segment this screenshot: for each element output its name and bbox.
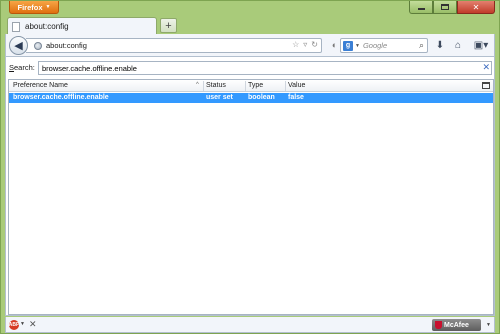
minimize-icon [417,8,425,10]
column-divider[interactable] [285,81,286,91]
bookmark-star-icon[interactable]: ☆ [292,40,299,49]
clear-filter-icon[interactable]: ✕ [482,62,490,73]
column-header-status[interactable]: Status [206,82,226,89]
cell-value: false [288,94,304,101]
column-header-value[interactable]: Value [288,82,305,89]
navigation-bar: about:config ☆ ▿ ↻ ◀ ◐ g ▼ Google ⌕ ⬇ ⌂ … [5,34,495,56]
maximize-icon [441,4,449,10]
globe-icon [34,41,42,50]
chevron-down-icon[interactable]: ▼ [20,321,25,327]
table-row[interactable]: browser.cache.offline.enable user set bo… [9,93,493,103]
addon-bar: ABP ▼ ✕ McAfee ▼ [5,317,495,333]
reload-icon[interactable]: ↻ [311,40,318,49]
downloads-button[interactable]: ⬇ [432,38,448,53]
browser-window: Firefox ▼ ✕ about:config + about:config [0,0,500,334]
filter-label: Search: [9,63,35,72]
search-bar[interactable]: g ▼ Google ⌕ [340,38,428,53]
filter-row: Search: ✕ [8,61,494,75]
chevron-down-icon[interactable]: ▼ [486,322,491,328]
close-window-button[interactable]: ✕ [457,1,495,14]
sort-ascending-icon: ^ [196,82,199,88]
close-addon-bar-icon[interactable]: ✕ [29,319,37,330]
tab-label: about:config [25,22,69,31]
window-controls: ✕ [409,1,495,14]
bookmarks-icon: ▣▾ [473,40,489,51]
firefox-menu-button[interactable]: Firefox ▼ [9,1,59,14]
url-bar-icons: ☆ ▿ ↻ [292,40,318,49]
page-icon [12,21,20,32]
abp-icon[interactable]: ABP [9,320,19,330]
search-icon[interactable]: ⌕ [419,40,424,51]
url-text[interactable]: about:config [46,41,87,50]
bookmarks-menu-button[interactable]: ▣▾ [470,38,492,53]
google-engine-icon[interactable]: g [343,40,353,51]
history-dropdown-icon[interactable]: ▿ [303,40,307,49]
column-header-name[interactable]: Preference Name [13,82,68,89]
puzzle-icon: ◐ [331,40,338,50]
close-icon: ✕ [472,2,480,12]
column-picker-icon[interactable] [482,82,490,89]
filter-input[interactable] [38,61,492,75]
table-header: Preference Name ^ Status Type Value [9,80,493,92]
mcafee-label: McAfee [444,321,469,329]
maximize-button[interactable] [433,1,457,14]
back-arrow-icon: ◀ [14,40,23,52]
tab-bar: about:config + [7,16,493,35]
chevron-down-icon[interactable]: ▼ [355,43,360,49]
download-arrow-icon: ⬇ [435,40,445,51]
home-icon: ⌂ [454,40,462,51]
url-bar[interactable]: about:config ☆ ▿ ↻ [26,38,322,53]
preferences-table: Preference Name ^ Status Type Value brow… [8,79,494,315]
chevron-down-icon: ▼ [45,4,51,10]
column-header-type[interactable]: Type [248,82,263,89]
home-button[interactable]: ⌂ [450,38,466,53]
back-button[interactable]: ◀ [9,36,28,55]
firefox-menu-label: Firefox [17,2,43,12]
search-placeholder[interactable]: Google [363,41,387,50]
about-config-page: Search: ✕ Preference Name ^ Status Type … [5,56,495,316]
title-bar: Firefox ▼ ✕ [1,1,499,16]
column-divider[interactable] [245,81,246,91]
cell-type: boolean [248,94,275,101]
new-tab-button[interactable]: + [160,18,177,33]
column-divider[interactable] [203,81,204,91]
cell-status: user set [206,94,233,101]
cell-preference-name: browser.cache.offline.enable [13,94,109,101]
minimize-button[interactable] [409,1,433,14]
mcafee-shield-icon [435,321,442,329]
mcafee-button[interactable]: McAfee [432,319,481,331]
tab-about-config[interactable]: about:config [7,17,157,35]
